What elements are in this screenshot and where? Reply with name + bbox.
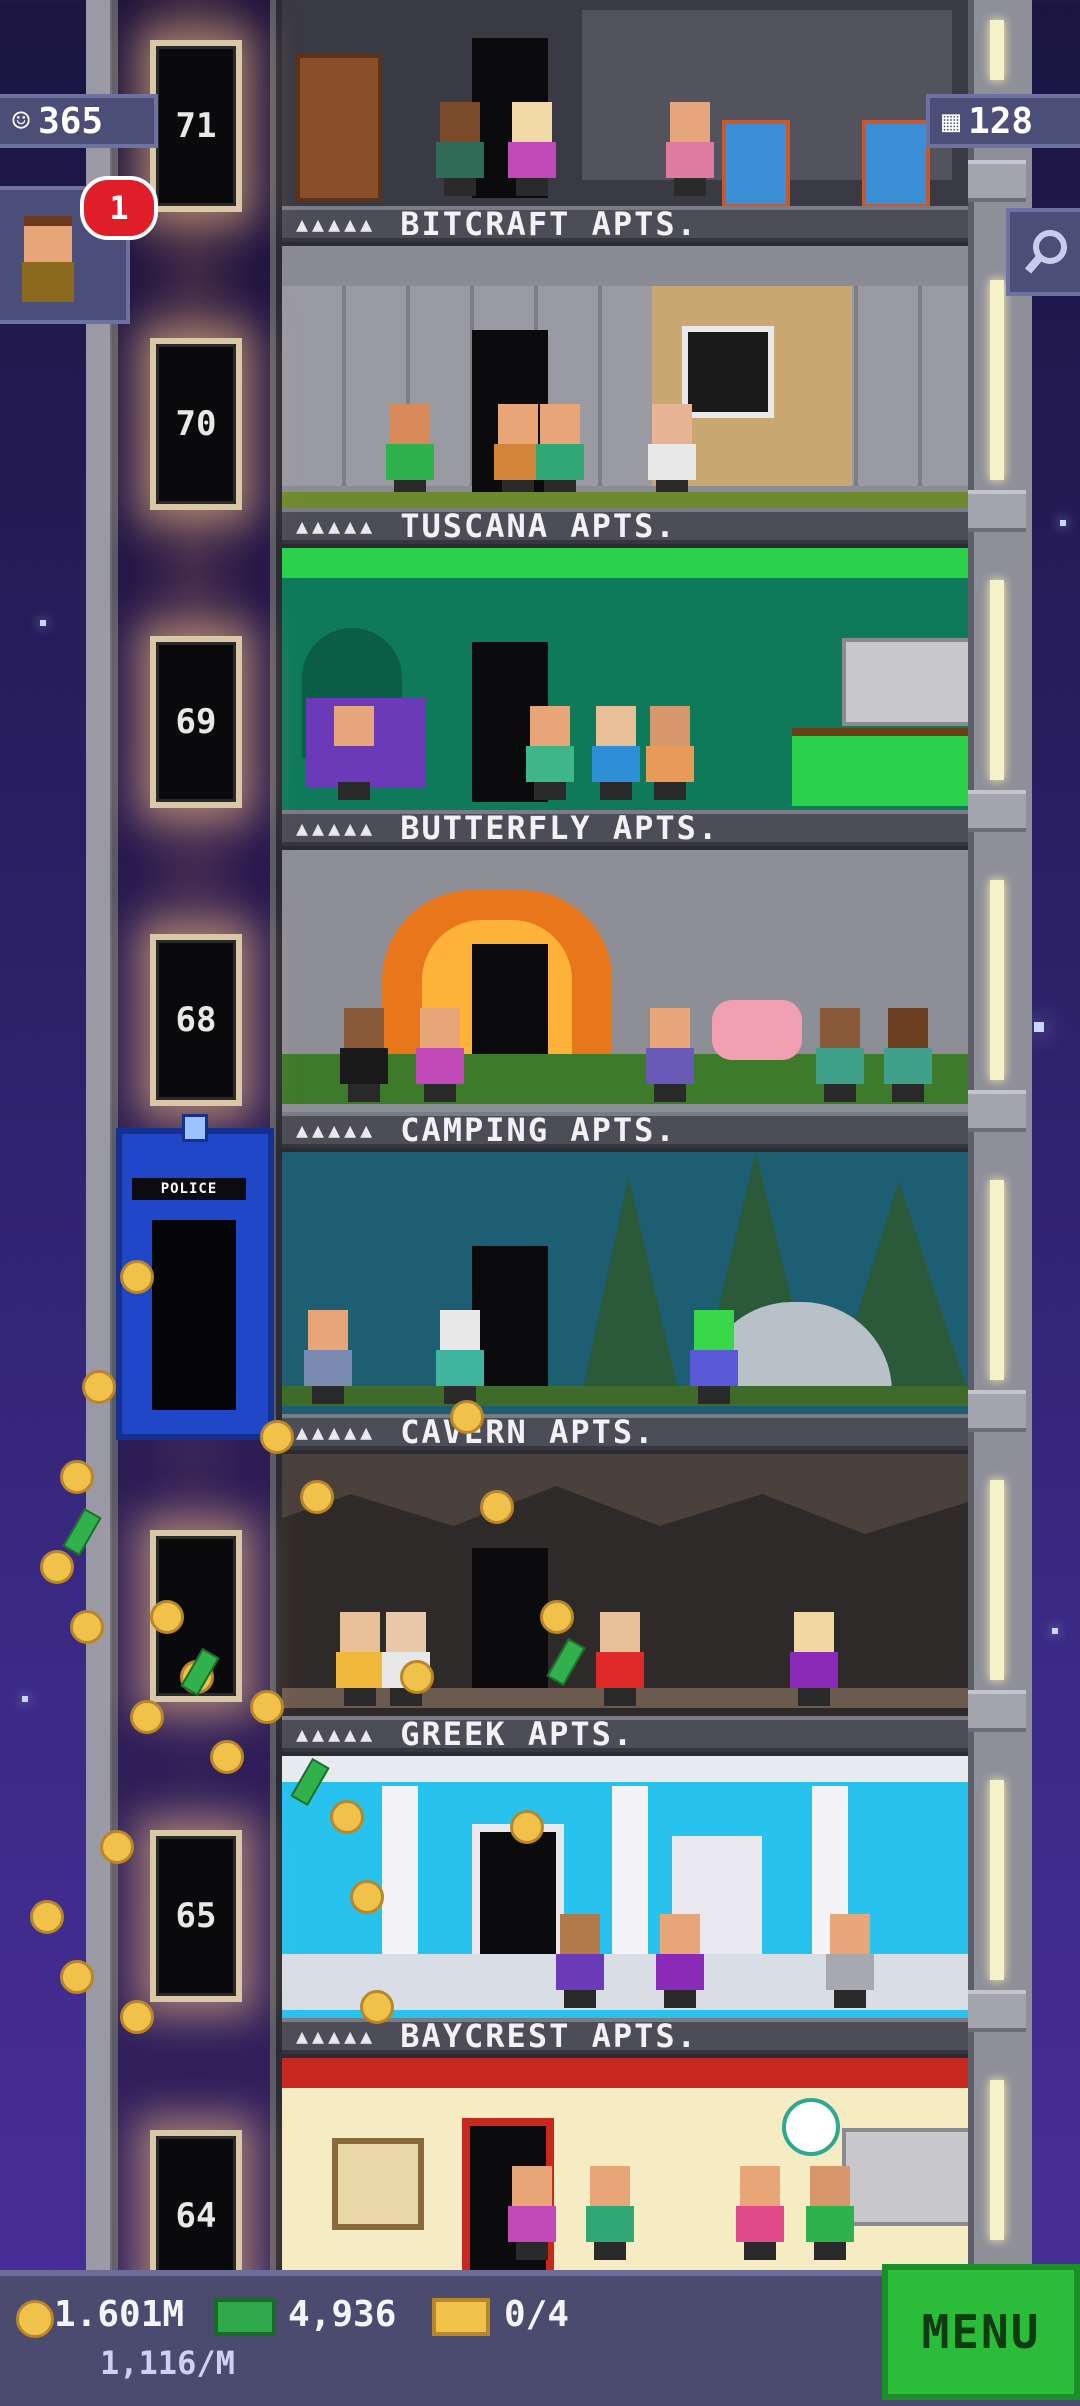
elevator-floor-70[interactable]: 70 <box>150 338 242 510</box>
floor-stars: ▲▲▲▲▲ <box>296 212 377 236</box>
rail-light <box>990 1780 1004 1980</box>
rail-bracket <box>968 1690 1026 1732</box>
population-counter[interactable]: ☺ 365 <box>0 94 158 148</box>
rail-bracket <box>968 490 1026 532</box>
elevator-floor-71[interactable]: 71 <box>150 40 242 212</box>
rail-bracket <box>968 1090 1026 1132</box>
elevator-floor-68[interactable]: 68 <box>150 934 242 1106</box>
floor-67-room[interactable] <box>282 1152 968 1422</box>
search-icon <box>1024 230 1067 274</box>
menu-button[interactable]: MENU <box>882 2264 1080 2400</box>
floors-icon: ▦ <box>942 103 961 139</box>
floor-stars: ▲▲▲▲▲ <box>296 514 377 538</box>
rail-light <box>990 580 1004 780</box>
elevator-floor-69[interactable]: 69 <box>150 636 242 808</box>
floor-count-counter[interactable]: ▦ 128 <box>926 94 1080 148</box>
floor-label: ▲▲▲▲▲ TUSCANA APTS. <box>282 507 968 545</box>
floor-name: BITCRAFT APTS. <box>400 205 698 243</box>
floor-name: BAYCREST APTS. <box>400 2017 698 2055</box>
floor-70-room[interactable] <box>282 246 968 516</box>
star <box>1034 1022 1044 1032</box>
coin-icon <box>16 2300 54 2338</box>
rail-light <box>990 2080 1004 2240</box>
star <box>1060 520 1066 526</box>
floor-label: ▲▲▲▲▲ GREEK APTS. <box>282 1715 968 1753</box>
floor-stars: ▲▲▲▲▲ <box>296 2024 377 2048</box>
police-box-lamp <box>182 1114 208 1142</box>
rail-bracket <box>968 790 1026 832</box>
floor-label: ▲▲▲▲▲ BITCRAFT APTS. <box>282 205 968 243</box>
ticket-icon <box>432 2298 490 2336</box>
police-box-door <box>152 1220 236 1410</box>
rail-light <box>990 280 1004 480</box>
rail-light <box>990 880 1004 1080</box>
floor-68-room[interactable] <box>282 850 968 1120</box>
rail-light <box>990 1180 1004 1380</box>
floor-label: ▲▲▲▲▲ BUTTERFLY APTS. <box>282 809 968 847</box>
rail-light <box>990 20 1004 80</box>
star <box>1052 1628 1058 1634</box>
floor-count-value: 128 <box>968 100 1034 142</box>
left-rail <box>86 0 114 2270</box>
star <box>22 1696 28 1702</box>
star <box>40 620 46 626</box>
floor-stars: ▲▲▲▲▲ <box>296 1420 377 1444</box>
coins-rate: 1,116/M <box>100 2344 235 2382</box>
floor-name: TUSCANA APTS. <box>400 507 677 545</box>
floor-name: BUTTERFLY APTS. <box>400 809 720 847</box>
floor-66-room[interactable] <box>282 1454 968 1724</box>
floor-71-room[interactable] <box>282 0 968 214</box>
floor-69-room[interactable] <box>282 548 968 818</box>
population-value: 365 <box>38 100 104 142</box>
rail-bracket <box>968 1390 1026 1432</box>
rail-light <box>990 1480 1004 1680</box>
floor-label: ▲▲▲▲▲ BAYCREST APTS. <box>282 2017 968 2055</box>
floor-label: ▲▲▲▲▲ CAMPING APTS. <box>282 1111 968 1149</box>
floor-name: CAVERN APTS. <box>400 1413 656 1451</box>
floor-64-room[interactable] <box>282 2058 968 2270</box>
elevator-floor-65[interactable]: 65 <box>150 1830 242 2002</box>
floor-label: ▲▲▲▲▲ CAVERN APTS. <box>282 1413 968 1451</box>
search-button[interactable] <box>1006 208 1080 296</box>
floor-stars: ▲▲▲▲▲ <box>296 816 377 840</box>
bux-value: 4,936 <box>288 2294 397 2335</box>
bux-icon <box>214 2298 276 2336</box>
people-icon: ☺ <box>12 103 31 139</box>
notification-badge: 1 <box>80 176 158 240</box>
visitor-avatar <box>18 216 78 306</box>
floor-stars: ▲▲▲▲▲ <box>296 1118 377 1142</box>
rail-bracket <box>968 160 1026 202</box>
tickets-value: 0/4 <box>504 2294 570 2335</box>
floor-name: GREEK APTS. <box>400 1715 635 1753</box>
floor-65-room[interactable] <box>282 1756 968 2026</box>
floor-stars: ▲▲▲▲▲ <box>296 1722 377 1746</box>
floor-name: CAMPING APTS. <box>400 1111 677 1149</box>
police-box-sign: POLICE <box>132 1178 246 1200</box>
rail-bracket <box>968 1990 1026 2032</box>
coins-value: 1.601M <box>54 2294 185 2335</box>
